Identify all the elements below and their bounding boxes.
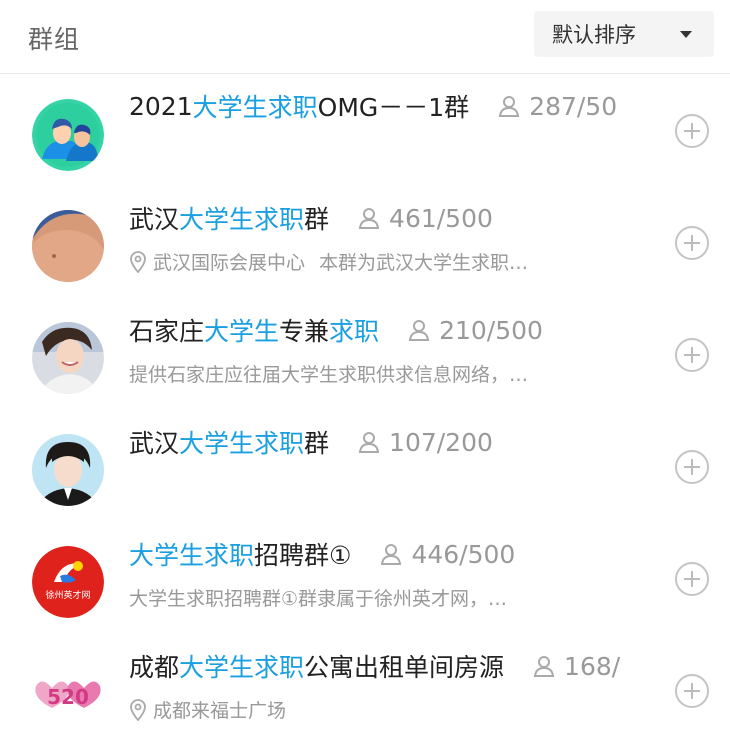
- search-highlight: 大学生求职: [179, 429, 305, 458]
- search-highlight: 大学生求职: [129, 541, 255, 570]
- group-name: 大学生求职 招聘群① 446/500: [129, 536, 515, 572]
- header: 群组 默认排序: [0, 0, 730, 74]
- avatar: [32, 434, 104, 506]
- list-item[interactable]: 520 成都 大学生求职 公寓出租单间房源 168/ 成都来福士广场: [0, 634, 730, 746]
- search-highlight: 大学生求职: [192, 93, 318, 122]
- person-icon: [358, 432, 380, 453]
- svg-text:徐州英才网: 徐州英才网: [45, 589, 90, 601]
- group-name: 2021 大学生求职 OMG－－1群 287/50: [129, 88, 617, 124]
- search-highlight: 大学生求职: [179, 653, 305, 682]
- join-button[interactable]: [675, 450, 709, 484]
- avatar: [32, 99, 104, 171]
- person-icon: [499, 96, 520, 117]
- location-text: 武汉国际会展中心: [153, 252, 306, 274]
- sort-label: 默认排序: [552, 23, 636, 47]
- member-count: 446/500: [379, 540, 515, 569]
- member-count: 210/500: [407, 316, 543, 345]
- list-item[interactable]: 武汉 大学生求职 群 107/200: [0, 410, 730, 522]
- location-pin-icon: [130, 250, 146, 273]
- person-icon: [408, 320, 430, 341]
- group-name: 武汉 大学生求职 群 107/200: [129, 424, 493, 460]
- location-text: 成都来福士广场: [153, 700, 287, 722]
- person-icon: [533, 656, 555, 677]
- member-count: 287/50: [497, 92, 617, 121]
- list-item[interactable]: 2021 大学生求职 OMG－－1群 287/50: [0, 74, 730, 186]
- list-item[interactable]: 武汉 大学生求职 群 461/500 武汉国际会展中心 本群为武汉大学生求职…: [0, 186, 730, 298]
- list-item[interactable]: 徐州英才网 大学生求职 招聘群① 446/500 大学生求职招聘群①群隶属于徐州…: [0, 522, 730, 634]
- person-icon: [358, 208, 380, 229]
- group-description: 武汉国际会展中心 本群为武汉大学生求职…: [129, 248, 528, 275]
- group-description: 成都来福士广场: [129, 696, 286, 723]
- join-button[interactable]: [675, 562, 709, 596]
- join-button[interactable]: [675, 338, 709, 372]
- join-button[interactable]: [675, 226, 709, 260]
- caret-down-icon: [680, 31, 692, 38]
- avatar: [32, 322, 104, 394]
- avatar: 徐州英才网: [32, 546, 104, 618]
- sort-dropdown[interactable]: 默认排序: [534, 11, 714, 57]
- search-highlight: 大学生求职: [179, 205, 305, 234]
- member-count: 107/200: [357, 428, 493, 457]
- search-highlight: 求职: [329, 317, 380, 346]
- location-pin-icon: [130, 698, 146, 721]
- group-name: 武汉 大学生求职 群 461/500: [129, 200, 493, 236]
- page-title: 群组: [28, 25, 81, 54]
- group-description: 提供石家庄应往届大学生求职供求信息网络，…: [129, 364, 529, 386]
- person-icon: [381, 544, 402, 565]
- join-button[interactable]: [675, 674, 709, 708]
- avatar: 520: [32, 658, 104, 730]
- member-count: 168/: [532, 652, 620, 681]
- group-name: 石家庄 大学生 专兼 求职 210/500: [129, 312, 543, 348]
- search-highlight: 大学生: [204, 317, 280, 346]
- join-button[interactable]: [675, 114, 709, 148]
- svg-text:520: 520: [47, 685, 89, 709]
- list-item[interactable]: 石家庄 大学生 专兼 求职 210/500 提供石家庄应往届大学生求职供求信息网…: [0, 298, 730, 410]
- avatar: [32, 210, 104, 282]
- member-count: 461/500: [357, 204, 493, 233]
- group-description: 大学生求职招聘群①群隶属于徐州英才网，…: [129, 588, 508, 610]
- group-name: 成都 大学生求职 公寓出租单间房源 168/: [129, 648, 620, 684]
